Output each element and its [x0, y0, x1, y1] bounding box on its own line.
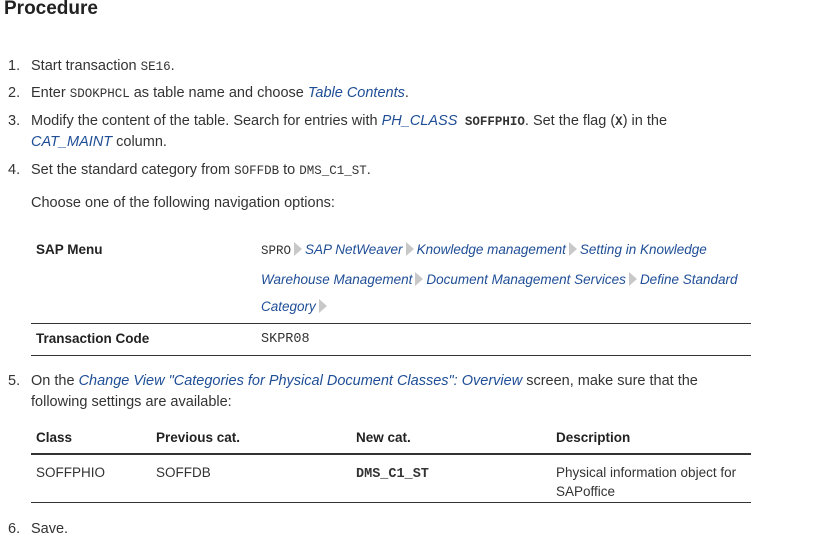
step-text: Save. — [31, 521, 69, 537]
arrow-right-icon — [318, 299, 327, 313]
step-4: 4. Set the standard category from SOFFDB … — [8, 160, 808, 182]
step-3: 3. Modify the content of the table. Searc… — [8, 111, 808, 133]
ph-class-link[interactable]: PH_CLASS — [382, 113, 458, 129]
cat-maint-link[interactable]: CAT_MAINT — [31, 134, 112, 150]
menu-path-item[interactable]: Document Management Services — [426, 272, 626, 287]
punctuation: . — [404, 85, 409, 101]
step-1: 1. Start transaction SE16. — [8, 56, 808, 78]
menu-path-item[interactable]: Category — [261, 299, 316, 314]
step-2: 2. Enter SDOKPHCL as table name and choos… — [8, 83, 808, 105]
code-sdokphcl: SDOKPHCL — [69, 87, 130, 101]
code-soffdb: SOFFDB — [234, 164, 280, 178]
transaction-code-value: SKPR08 — [261, 332, 310, 347]
step-text: Modify the content of the table. Search … — [31, 113, 382, 129]
code-soffphio: SOFFPHIO — [457, 115, 525, 129]
table-header-row: Class Previous cat. New cat. Description — [31, 425, 751, 455]
step-text: ) in the — [622, 113, 668, 129]
code-x: X — [615, 115, 623, 129]
column-header-new: New cat. — [356, 430, 411, 445]
step-text: Set the standard category from — [31, 162, 235, 178]
menu-path-item[interactable]: Define Standard — [640, 272, 738, 287]
punctuation: . — [366, 162, 371, 178]
menu-path-item[interactable]: Knowledge management — [417, 242, 566, 257]
description-line: Physical information object for — [556, 465, 737, 480]
code-se16: SE16 — [140, 60, 171, 74]
step-text: On the — [31, 373, 79, 389]
step-3-continued: CAT_MAINT column. — [31, 132, 167, 153]
step-text: to — [279, 162, 300, 178]
nav-intro: Choose one of the following navigation o… — [31, 195, 335, 211]
page-title: Procedure — [4, 0, 98, 19]
change-view-link[interactable]: Change View "Categories for Physical Doc… — [79, 373, 523, 389]
arrow-right-icon — [405, 242, 414, 256]
transaction-code-row: Transaction Code SKPR08 — [31, 324, 751, 356]
cell-previous: SOFFDB — [156, 465, 211, 480]
column-header-previous: Previous cat. — [156, 430, 241, 445]
description-line: SAPoffice — [556, 484, 616, 499]
sap-menu-label: SAP Menu — [36, 242, 103, 257]
navigation-table: SAP Menu SPRO SAP NetWeaver Knowledge mana… — [31, 236, 751, 356]
menu-path-item[interactable]: Warehouse Management — [261, 272, 412, 287]
step-5-continued: following settings are available: — [31, 394, 232, 410]
step-number: 5. — [8, 373, 21, 389]
arrow-right-icon — [415, 271, 424, 286]
step-number: 2. — [8, 85, 21, 101]
step-6: 6. Save. — [8, 519, 808, 540]
step-number: 1. — [8, 58, 21, 74]
step-text: . Set the flag ( — [524, 113, 616, 129]
cell-description: Physical information object for SAPoffic… — [556, 463, 736, 501]
step-number: 4. — [8, 162, 21, 178]
step-text: column. — [112, 134, 167, 150]
step-number: 3. — [8, 113, 21, 129]
table-contents-link[interactable]: Table Contents — [308, 85, 405, 101]
step-number: 6. — [8, 521, 21, 537]
transaction-code-label: Transaction Code — [36, 331, 150, 346]
menu-path-item[interactable]: Setting in Knowledge — [580, 242, 707, 257]
arrow-right-icon — [568, 242, 577, 256]
step-text: screen, make sure that the — [522, 373, 698, 389]
step-text: Enter — [31, 85, 70, 101]
step-text: Start transaction — [31, 58, 141, 74]
cell-class: SOFFPHIO — [36, 465, 106, 480]
arrow-right-icon — [628, 271, 637, 286]
step-5: 5. On the Change View "Categories for Phy… — [8, 371, 808, 392]
cell-new: DMS_C1_ST — [356, 467, 429, 482]
menu-path-item[interactable]: SAP NetWeaver — [305, 242, 403, 257]
code-dms-c1-st: DMS_C1_ST — [299, 164, 367, 178]
step-text: as table name and choose — [129, 85, 308, 101]
arrow-right-icon — [294, 242, 303, 256]
sap-menu-row: SAP Menu SPRO SAP NetWeaver Knowledge mana… — [31, 236, 751, 324]
spro-code: SPRO — [261, 244, 292, 258]
settings-table: Class Previous cat. New cat. Description… — [31, 425, 751, 503]
column-header-class: Class — [36, 430, 73, 445]
punctuation: . — [170, 58, 175, 74]
menu-path: SPRO SAP NetWeaver Knowledge management Set… — [261, 236, 751, 321]
column-header-description: Description — [556, 430, 631, 445]
table-row: SOFFPHIO SOFFDB DMS_C1_ST Physical infor… — [31, 455, 751, 503]
